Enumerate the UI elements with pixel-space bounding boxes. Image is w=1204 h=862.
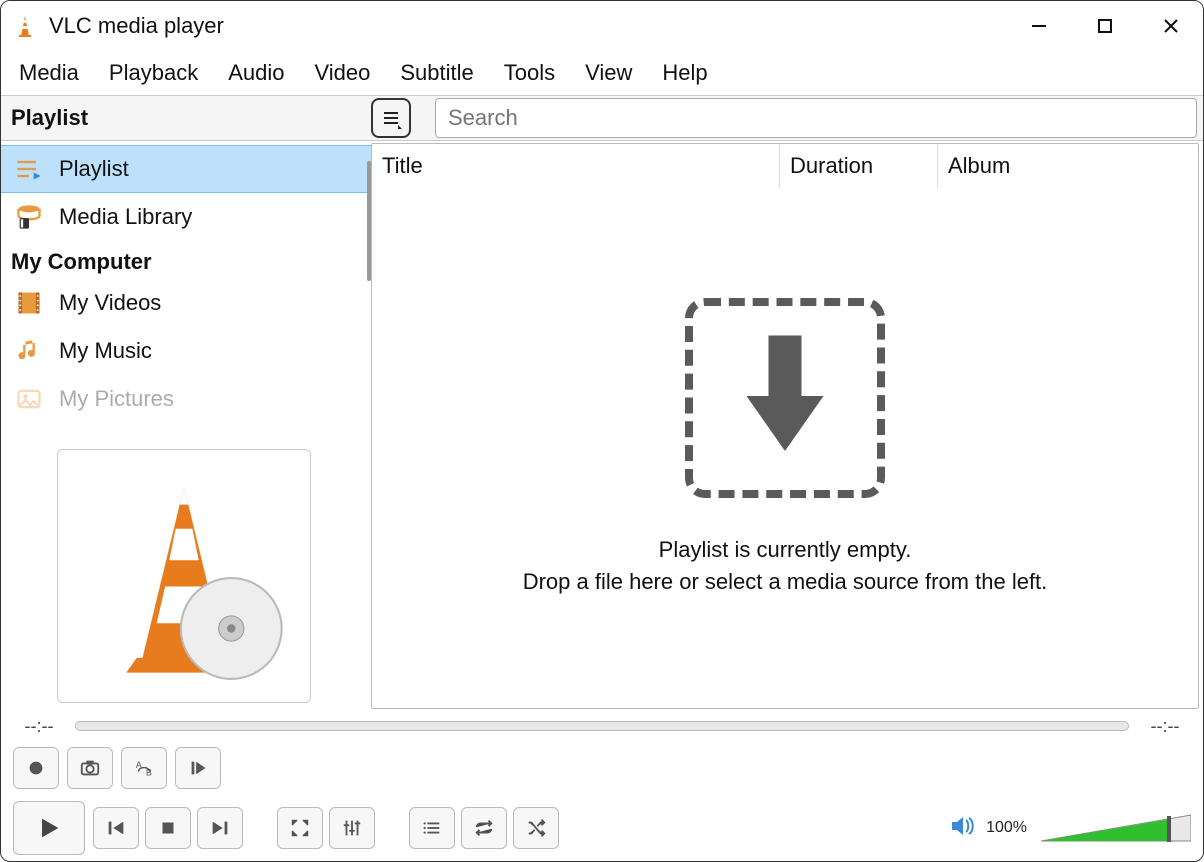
minimize-button[interactable] bbox=[1019, 6, 1059, 46]
seek-row: --:-- --:-- bbox=[1, 711, 1203, 741]
sidebar-heading-my-computer: My Computer bbox=[1, 241, 371, 279]
column-duration[interactable]: Duration bbox=[780, 144, 938, 188]
playlist-view-toggle-button[interactable] bbox=[371, 98, 411, 138]
sidebar-item-label: Media Library bbox=[59, 204, 192, 230]
sidebar: Playlist Media Library My Computer bbox=[1, 141, 371, 711]
window-title: VLC media player bbox=[49, 13, 1019, 39]
play-button[interactable] bbox=[13, 801, 85, 855]
sidebar-item-media-library[interactable]: Media Library bbox=[1, 193, 371, 241]
toggle-playlist-button[interactable] bbox=[409, 807, 455, 849]
close-button[interactable] bbox=[1151, 6, 1191, 46]
playlist-toolbar: Playlist bbox=[1, 95, 1203, 141]
extended-settings-button[interactable] bbox=[329, 807, 375, 849]
sidebar-item-my-pictures[interactable]: My Pictures bbox=[1, 375, 371, 423]
dropzone-line2: Drop a file here or select a media sourc… bbox=[523, 566, 1048, 598]
stop-button[interactable] bbox=[145, 807, 191, 849]
menu-playback[interactable]: Playback bbox=[109, 60, 198, 86]
loop-ab-button[interactable]: AB bbox=[121, 747, 167, 789]
drop-zone[interactable]: Playlist is currently empty. Drop a file… bbox=[372, 188, 1198, 708]
sidebar-item-label: My Music bbox=[59, 338, 152, 364]
media-library-icon bbox=[15, 203, 43, 231]
loop-button[interactable] bbox=[461, 807, 507, 849]
menu-view[interactable]: View bbox=[585, 60, 632, 86]
search-input[interactable] bbox=[435, 98, 1197, 138]
music-icon bbox=[15, 337, 43, 365]
sidebar-item-label: Playlist bbox=[59, 156, 129, 182]
titlebar: VLC media player bbox=[1, 1, 1203, 51]
download-arrow-icon bbox=[730, 326, 840, 471]
playlist-panel: Title Duration Album Playlist is current… bbox=[371, 143, 1199, 709]
pictures-icon bbox=[15, 385, 43, 413]
vlc-cone-icon bbox=[13, 14, 37, 38]
secondary-controls: AB bbox=[1, 741, 1203, 795]
menu-help[interactable]: Help bbox=[662, 60, 707, 86]
playlist-icon bbox=[15, 155, 43, 183]
dropzone-line1: Playlist is currently empty. bbox=[523, 534, 1048, 566]
previous-button[interactable] bbox=[93, 807, 139, 849]
speaker-icon[interactable] bbox=[950, 816, 974, 841]
seek-bar[interactable] bbox=[75, 721, 1129, 731]
album-art bbox=[57, 449, 311, 703]
time-remaining[interactable]: --:-- bbox=[1141, 716, 1189, 737]
drop-frame bbox=[685, 298, 885, 498]
sidebar-heading-playlist: Playlist bbox=[1, 105, 371, 131]
maximize-button[interactable] bbox=[1085, 6, 1125, 46]
volume-slider[interactable] bbox=[1041, 813, 1191, 843]
column-album[interactable]: Album bbox=[938, 144, 1198, 188]
frame-step-button[interactable] bbox=[175, 747, 221, 789]
sidebar-item-my-videos[interactable]: My Videos bbox=[1, 279, 371, 327]
videos-icon bbox=[15, 289, 43, 317]
shuffle-button[interactable] bbox=[513, 807, 559, 849]
next-button[interactable] bbox=[197, 807, 243, 849]
column-headers: Title Duration Album bbox=[372, 144, 1198, 188]
sidebar-item-label: My Videos bbox=[59, 290, 161, 316]
menu-tools[interactable]: Tools bbox=[504, 60, 555, 86]
record-button[interactable] bbox=[13, 747, 59, 789]
snapshot-button[interactable] bbox=[67, 747, 113, 789]
column-title[interactable]: Title bbox=[372, 144, 780, 188]
menu-subtitle[interactable]: Subtitle bbox=[400, 60, 473, 86]
primary-controls: 100% bbox=[1, 795, 1203, 861]
menu-audio[interactable]: Audio bbox=[228, 60, 284, 86]
time-elapsed[interactable]: --:-- bbox=[15, 716, 63, 737]
menu-media[interactable]: Media bbox=[19, 60, 79, 86]
sidebar-item-my-music[interactable]: My Music bbox=[1, 327, 371, 375]
sidebar-resize-handle[interactable] bbox=[367, 161, 371, 281]
sidebar-item-label: My Pictures bbox=[59, 386, 174, 412]
sidebar-item-playlist[interactable]: Playlist bbox=[1, 145, 371, 193]
menu-video[interactable]: Video bbox=[314, 60, 370, 86]
volume-readout: 100% bbox=[986, 819, 1027, 837]
fullscreen-button[interactable] bbox=[277, 807, 323, 849]
menubar: Media Playback Audio Video Subtitle Tool… bbox=[1, 51, 1203, 95]
